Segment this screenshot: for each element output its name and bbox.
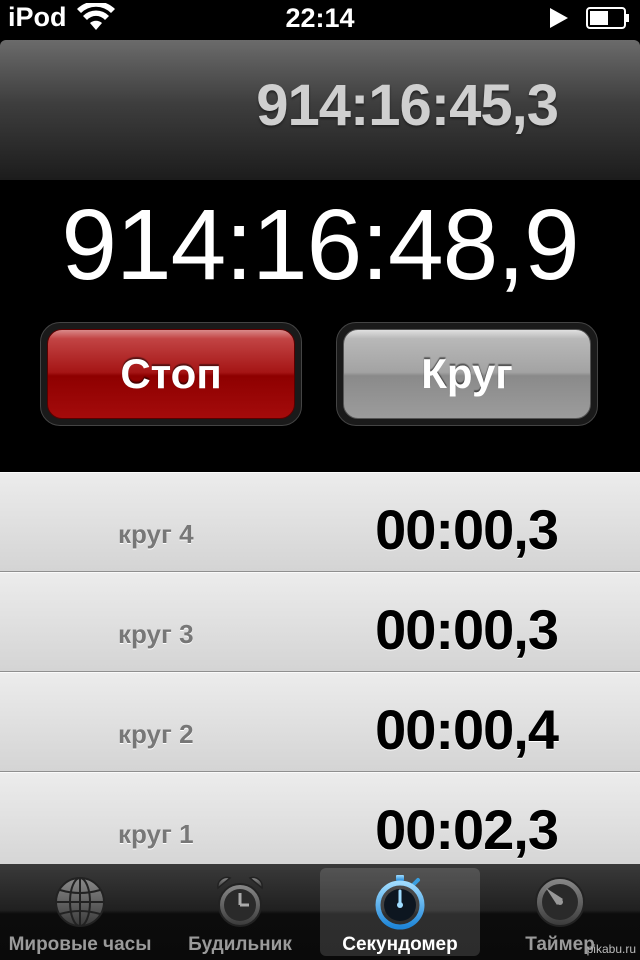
main-display: 914:16:48,9 Стоп Круг (0, 180, 640, 472)
tab-world-clock[interactable]: Мировые часы (0, 864, 160, 960)
tab-label: Секундомер (342, 934, 458, 955)
tab-alarm[interactable]: Будильник (160, 864, 320, 960)
battery-icon (586, 7, 629, 29)
current-lap-time: 914:16:45,3 (256, 73, 559, 138)
timer-icon (535, 877, 585, 927)
status-bar: iPod 22:14 (0, 0, 640, 40)
tab-label: Таймер (525, 934, 595, 955)
status-clock: 22:14 (285, 3, 355, 33)
stop-button-frame: Стоп (40, 322, 302, 426)
lap-button-frame: Круг (336, 322, 598, 426)
lap-time-header: 914:16:45,3 (0, 40, 640, 180)
lap-button[interactable]: Круг (343, 329, 591, 419)
list-item: круг 4 00:00,3 (0, 472, 640, 572)
alarm-clock-icon (217, 876, 263, 927)
watermark: pikabu.ru (586, 942, 636, 956)
lap-label: круг 4 (118, 519, 194, 549)
play-icon (550, 8, 568, 28)
total-time: 914:16:48,9 (61, 189, 579, 301)
stop-button[interactable]: Стоп (47, 329, 295, 419)
stopwatch-icon (375, 875, 425, 930)
lap-time: 00:00,4 (375, 698, 559, 761)
tab-bar: Мировые часы Будильник Секундомер Таймер… (0, 864, 640, 960)
tab-label: Мировые часы (8, 934, 152, 955)
lap-time: 00:00,3 (375, 598, 559, 661)
list-item: круг 3 00:00,3 (0, 572, 640, 672)
status-right (548, 6, 630, 30)
list-item: круг 1 00:02,3 (0, 772, 640, 864)
lap-list[interactable]: круг 4 00:00,3 круг 3 00:00,3 круг 2 00:… (0, 472, 640, 864)
globe-icon (55, 877, 105, 927)
lap-label: круг 1 (118, 819, 194, 849)
lap-label: круг 2 (118, 719, 194, 749)
lap-time: 00:02,3 (375, 798, 559, 861)
tab-label: Будильник (188, 934, 292, 955)
lap-label: круг 3 (118, 619, 194, 649)
tab-stopwatch[interactable]: Секундомер (320, 868, 480, 956)
list-item: круг 2 00:00,4 (0, 672, 640, 772)
lap-time: 00:00,3 (375, 498, 559, 561)
